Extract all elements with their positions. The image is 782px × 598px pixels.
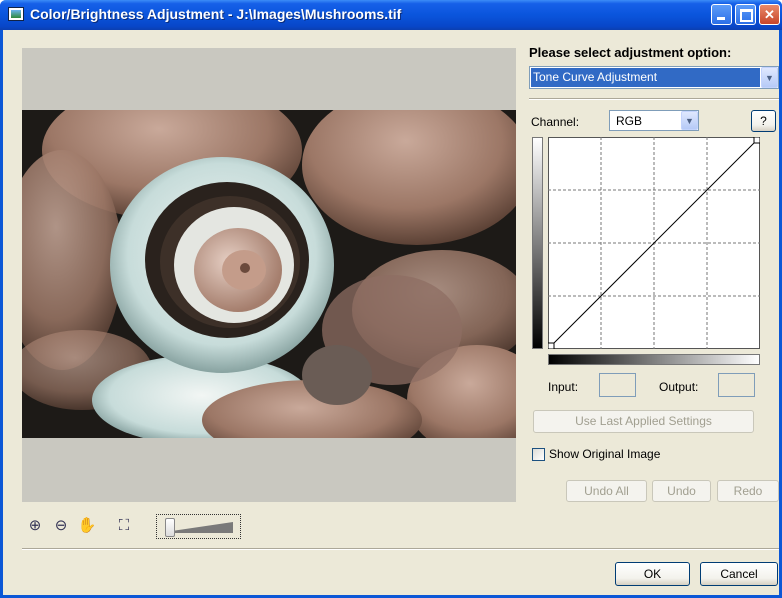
adjustment-dialog: Color/Brightness Adjustment - J:\Images\… <box>0 0 782 598</box>
output-gradient-bar <box>532 137 543 349</box>
chevron-down-icon[interactable]: ▼ <box>761 67 778 88</box>
channel-label: Channel: <box>531 115 580 129</box>
divider <box>529 98 779 100</box>
adjustment-option-label: Please select adjustment option: <box>529 45 732 60</box>
show-original-label[interactable]: Show Original Image <box>549 447 660 461</box>
output-value-field <box>718 373 755 397</box>
zoom-slider[interactable] <box>156 514 241 539</box>
undo-all-button[interactable]: Undo All <box>566 480 647 502</box>
adjustment-option-value: Tone Curve Adjustment <box>531 68 760 87</box>
close-button[interactable]: ✕ <box>759 4 780 25</box>
curve-control-point[interactable] <box>548 342 555 349</box>
input-label: Input: <box>548 380 579 394</box>
mushrooms-photo[interactable] <box>22 110 516 438</box>
channel-select[interactable]: RGB ▼ <box>609 110 699 131</box>
zoom-out-icon[interactable]: ⊖ <box>51 516 71 536</box>
image-app-icon <box>8 7 24 21</box>
title-bar[interactable]: Color/Brightness Adjustment - J:\Images\… <box>0 0 782 30</box>
zoom-in-icon[interactable]: ⊕ <box>25 516 45 536</box>
channel-value: RGB <box>616 114 643 128</box>
help-button[interactable]: ? <box>751 110 776 132</box>
zoom-slider-thumb[interactable] <box>165 518 175 537</box>
cancel-button[interactable]: Cancel <box>700 562 778 586</box>
maximize-button[interactable] <box>735 4 756 25</box>
image-preview-pane[interactable] <box>22 48 516 502</box>
undo-button[interactable]: Undo <box>652 480 711 502</box>
window-title: Color/Brightness Adjustment - J:\Images\… <box>30 6 402 22</box>
curve-control-point[interactable] <box>753 137 760 144</box>
minimize-button[interactable] <box>711 4 732 25</box>
fit-to-window-icon[interactable]: ⛶ <box>114 516 134 536</box>
tone-curve-graph[interactable] <box>548 137 760 349</box>
photo-drawing <box>22 110 516 438</box>
output-label: Output: <box>659 380 699 394</box>
chevron-down-icon[interactable]: ▼ <box>681 111 698 130</box>
adjustment-option-select[interactable]: Tone Curve Adjustment ▼ <box>529 66 779 89</box>
zoom-slider-track <box>165 522 233 533</box>
hand-icon[interactable]: ✋ <box>77 516 97 536</box>
input-value-field <box>599 373 636 397</box>
input-gradient-bar <box>548 354 760 365</box>
redo-button[interactable]: Redo <box>717 480 779 502</box>
show-original-checkbox[interactable] <box>532 448 545 461</box>
use-last-settings-button[interactable]: Use Last Applied Settings <box>533 410 754 433</box>
footer-divider <box>22 548 779 550</box>
ok-button[interactable]: OK <box>615 562 690 586</box>
